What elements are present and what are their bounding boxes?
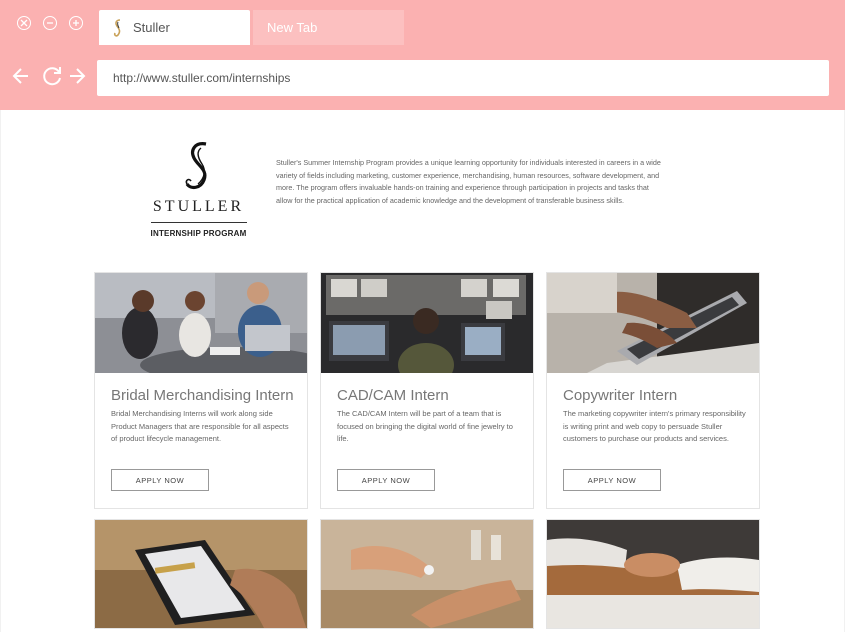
jewelry-handoff-photo	[320, 519, 534, 629]
close-window-icon[interactable]	[17, 16, 31, 30]
cad-workstation-photo	[321, 273, 533, 373]
laptop-typing-photo	[547, 273, 759, 373]
apply-now-button[interactable]: APPLY NOW	[337, 469, 435, 491]
logo-subtitle: INTERNSHIP PROGRAM	[150, 229, 247, 238]
tab-stuller[interactable]: Stuller	[99, 10, 250, 45]
card-description: Bridal Merchandising Interns will work a…	[111, 409, 289, 444]
tab-label: New Tab	[267, 20, 318, 35]
card-title: CAD/CAM Intern	[337, 387, 449, 404]
forward-arrow-icon[interactable]	[66, 62, 94, 90]
maximize-window-icon[interactable]	[69, 16, 83, 30]
reload-icon[interactable]	[38, 62, 66, 90]
handshake-photo	[546, 519, 760, 629]
internship-card: Bridal Merchandising Intern Bridal Merch…	[94, 272, 308, 509]
logo-wordmark: STULLER	[152, 198, 245, 215]
internship-card: Copywriter Intern The marketing copywrit…	[546, 272, 760, 509]
address-bar[interactable]: http://www.stuller.com/internships	[97, 60, 829, 96]
card-title: Bridal Merchandising Intern	[111, 387, 294, 404]
card-description: The marketing copywriter intern's primar…	[563, 409, 746, 444]
card-description: The CAD/CAM Intern will be part of a tea…	[337, 409, 513, 444]
tab-new[interactable]: New Tab	[253, 10, 404, 45]
intro-paragraph: Stuller's Summer Internship Program prov…	[276, 158, 661, 205]
address-url: http://www.stuller.com/internships	[113, 71, 291, 85]
minimize-window-icon[interactable]	[43, 16, 57, 30]
stuller-favicon-icon	[113, 19, 121, 37]
apply-now-button[interactable]: APPLY NOW	[111, 469, 209, 491]
office-meeting-photo	[95, 273, 307, 373]
internship-card: CAD/CAM Intern The CAD/CAM Intern will b…	[320, 272, 534, 509]
back-arrow-icon[interactable]	[8, 62, 36, 90]
browser-chrome: Stuller New Tab http://www.stuller.com/i…	[0, 0, 845, 110]
card-title: Copywriter Intern	[563, 387, 678, 404]
stuller-s-logo-icon	[185, 142, 206, 190]
tab-label: Stuller	[133, 20, 170, 35]
page-content: STULLER INTERNSHIP PROGRAM Stuller's Sum…	[0, 110, 845, 632]
tablet-photo	[94, 519, 308, 629]
apply-now-button[interactable]: APPLY NOW	[563, 469, 661, 491]
logo-divider	[150, 222, 247, 223]
stuller-logo[interactable]: STULLER INTERNSHIP PROGRAM	[141, 140, 256, 245]
